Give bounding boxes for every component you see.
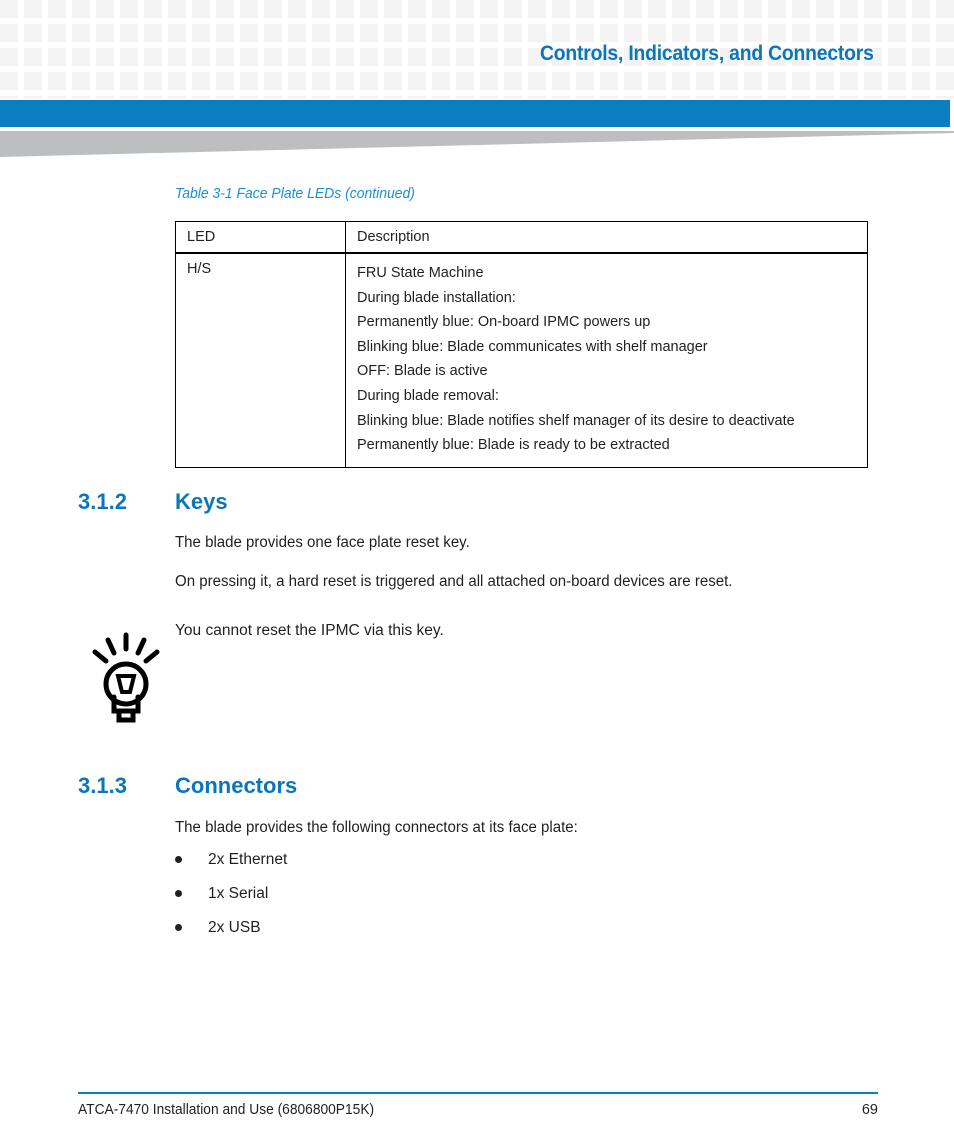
list-item: 1x Serial (175, 884, 775, 918)
footer-document-title: ATCA-7470 Installation and Use (6806800P… (78, 1102, 375, 1118)
column-header-led: LED (175, 221, 346, 254)
running-header-title: Controls, Indicators, and Connectors (540, 42, 874, 65)
connectors-bullet-list: 2x Ethernet 1x Serial 2x USB (175, 850, 775, 952)
bullet-icon (175, 890, 182, 897)
table-header-row: LED Description (175, 221, 868, 254)
column-header-description: Description (345, 221, 868, 254)
face-plate-leds-table: LED Description H/S FRU State Machine Du… (175, 221, 868, 468)
table-row: H/S FRU State Machine During blade insta… (175, 253, 868, 468)
bullet-icon (175, 924, 182, 931)
bullet-icon (175, 856, 182, 863)
description-line: FRU State Machine (357, 265, 484, 281)
list-item-label: 2x Ethernet (208, 851, 288, 868)
cell-led-name: H/S (175, 253, 346, 468)
description-line: Blinking blue: Blade communicates with s… (357, 338, 708, 355)
page-header: Controls, Indicators, and Connectors (0, 0, 954, 98)
list-item: 2x USB (175, 918, 775, 952)
footer-rule (78, 1092, 878, 1094)
header-gray-wedge (0, 131, 954, 157)
description-line: During blade removal: (357, 387, 499, 404)
description-line: Permanently blue: Blade is ready to be e… (357, 437, 670, 454)
section-number: 3.1.2 (78, 489, 127, 514)
table-caption: Table 3-1 Face Plate LEDs (continued) (175, 185, 415, 202)
keys-paragraph-2: On pressing it, a hard reset is triggere… (175, 573, 733, 590)
connectors-paragraph-1: The blade provides the following connect… (175, 819, 578, 836)
keys-paragraph-1: The blade provides one face plate reset … (175, 534, 470, 551)
section-title: Connectors (175, 773, 298, 798)
section-heading-keys: 3.1.2 Keys (78, 489, 228, 515)
tip-note-block: You cannot reset the IPMC via this key. (92, 622, 882, 727)
section-number: 3.1.3 (78, 773, 127, 798)
description-line: Blinking blue: Blade notifies shelf mana… (357, 412, 795, 429)
header-blue-bar (0, 100, 950, 127)
tip-text: You cannot reset the IPMC via this key. (175, 622, 444, 639)
cell-led-description: FRU State Machine During blade installat… (345, 253, 868, 468)
description-line: OFF: Blade is active (357, 363, 488, 380)
lightbulb-icon (92, 632, 160, 723)
description-line: During blade installation: (357, 289, 516, 306)
section-heading-connectors: 3.1.3 Connectors (78, 773, 297, 799)
page-number: 69 (861, 1102, 878, 1118)
list-item-label: 2x USB (208, 919, 261, 936)
description-line: Permanently blue: On-board IPMC powers u… (357, 314, 651, 331)
list-item-label: 1x Serial (208, 885, 269, 902)
section-title: Keys (175, 489, 228, 514)
list-item: 2x Ethernet (175, 850, 775, 884)
